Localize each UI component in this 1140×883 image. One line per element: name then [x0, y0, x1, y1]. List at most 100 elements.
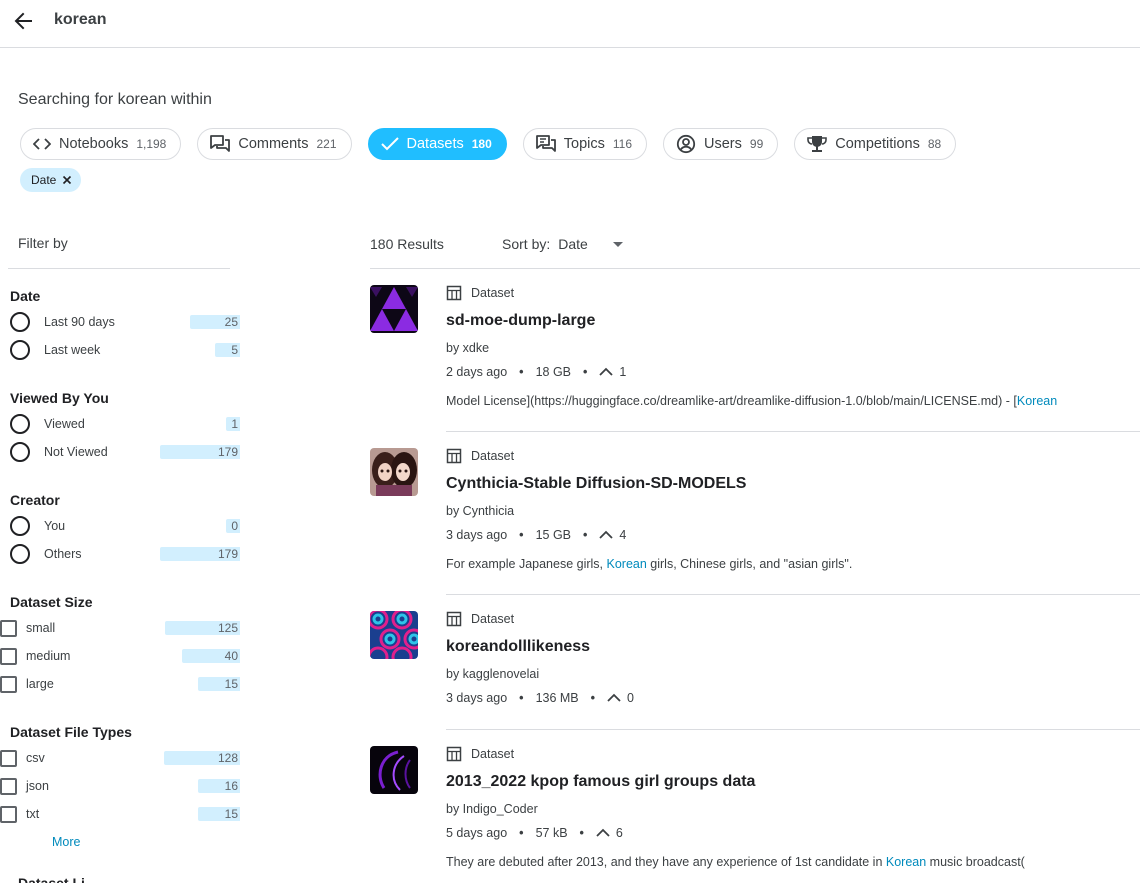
snippet-highlight: Korean	[606, 557, 647, 571]
user-icon	[676, 134, 696, 154]
result-type: Dataset	[471, 449, 515, 463]
checkbox[interactable]	[0, 619, 17, 637]
separator-dot: •	[583, 365, 588, 379]
filter-option-large[interactable]: large 15	[0, 670, 240, 698]
check-icon	[380, 137, 399, 151]
top-bar: korean	[0, 0, 1140, 48]
filter-option-csv[interactable]: csv 128	[0, 744, 240, 772]
result-title[interactable]: koreandolllikeness	[446, 638, 1140, 658]
more-filters-link[interactable]: More	[52, 835, 80, 849]
result-age: 3 days ago	[446, 691, 508, 705]
topics-icon	[535, 135, 556, 153]
upvote-button[interactable]: 4	[599, 528, 626, 542]
result-author[interactable]: by xdke	[446, 341, 1140, 355]
filter-option-json[interactable]: json 16	[0, 772, 240, 800]
separator-dot: •	[519, 365, 524, 379]
snippet-text: girls, Chinese girls, and "asian girls".	[646, 557, 853, 571]
filter-option-you[interactable]: You 0	[10, 512, 240, 540]
table-icon	[446, 448, 462, 464]
upvote-button[interactable]: 1	[599, 365, 626, 379]
tab-label: Competitions	[835, 136, 920, 152]
radio-button[interactable]	[10, 442, 30, 462]
dataset-thumbnail	[370, 448, 418, 496]
filter-option-label: Others	[44, 547, 82, 561]
tab-comments[interactable]: Comments 221	[197, 128, 352, 160]
result-title[interactable]: sd-moe-dump-large	[446, 312, 1140, 332]
checkbox[interactable]	[0, 647, 17, 665]
filter-option-small[interactable]: small 125	[0, 614, 240, 642]
upvote-button[interactable]: 0	[607, 691, 634, 705]
results-divider	[370, 268, 1140, 269]
result-type: Dataset	[471, 612, 515, 626]
radio-button[interactable]	[10, 312, 30, 332]
filter-option-viewed[interactable]: Viewed 1	[10, 410, 240, 438]
category-tabs: Notebooks 1,198 Comments 221 Datasets 18…	[20, 128, 957, 160]
separator-dot: •	[583, 528, 588, 542]
filter-option-label: csv	[26, 751, 45, 765]
tab-count: 1,198	[136, 137, 167, 151]
filter-option-last-90-days[interactable]: Last 90 days 25	[10, 308, 240, 336]
tab-competitions[interactable]: Competitions 88	[794, 128, 957, 160]
active-filter-chip[interactable]: Date	[20, 168, 82, 192]
result-title[interactable]: 2013_2022 kpop famous girl groups data	[446, 773, 1140, 793]
checkbox[interactable]	[0, 749, 17, 767]
filter-by-heading: Filter by	[8, 230, 230, 269]
result-snippet: They are debuted after 2013, and they ha…	[446, 855, 1140, 869]
radio-button[interactable]	[10, 340, 30, 360]
radio-button[interactable]	[10, 414, 30, 434]
vote-count: 4	[619, 528, 627, 542]
close-icon[interactable]	[62, 175, 72, 185]
radio-button[interactable]	[10, 516, 30, 536]
filter-count-bar: 25	[190, 315, 240, 329]
result-title[interactable]: Cynthicia-Stable Diffusion-SD-MODELS	[446, 475, 1140, 495]
filter-option-label: txt	[26, 807, 40, 821]
separator-dot: •	[590, 691, 596, 705]
result-snippet: Model License](https://huggingface.co/dr…	[446, 394, 1140, 408]
tab-users[interactable]: Users 99	[663, 128, 779, 160]
filter-sidebar: Filter by	[8, 230, 230, 269]
tab-datasets[interactable]: Datasets 180	[367, 128, 507, 160]
filter-group-title: Dataset File Types	[10, 724, 132, 740]
radio-button[interactable]	[10, 544, 30, 564]
dataset-thumbnail	[370, 285, 418, 333]
checkbox[interactable]	[0, 675, 17, 693]
filter-option-others[interactable]: Others 179	[10, 540, 240, 568]
search-query[interactable]: korean	[54, 11, 106, 29]
tab-topics[interactable]: Topics 116	[522, 128, 648, 160]
snippet-text: Model License](https://huggingface.co/dr…	[446, 394, 1017, 408]
result-author[interactable]: by Cynthicia	[446, 504, 1140, 518]
tab-label: Topics	[563, 136, 605, 152]
filter-option-not-viewed[interactable]: Not Viewed 179	[10, 438, 240, 466]
filter-count-bar: 15	[198, 677, 240, 691]
snippet-text: music broadcast(	[926, 855, 1025, 869]
tab-label: Notebooks	[59, 136, 129, 152]
result-size: 15 GB	[535, 528, 571, 542]
chevron-up-icon	[607, 693, 621, 702]
filter-count-bar: 15	[198, 807, 240, 821]
result-divider	[446, 729, 1140, 730]
checkbox[interactable]	[0, 777, 17, 795]
result-author[interactable]: by kagglenovelai	[446, 667, 1140, 681]
filter-chip-label: Date	[31, 173, 57, 187]
table-icon	[446, 285, 462, 301]
filter-option-label: large	[26, 677, 54, 691]
filter-option-medium[interactable]: medium 40	[0, 642, 240, 670]
result-author[interactable]: by Indigo_Coder	[446, 802, 1140, 816]
filter-option-label: Last week	[44, 343, 101, 357]
back-arrow-icon[interactable]	[10, 8, 36, 34]
vote-count: 0	[627, 691, 634, 705]
upvote-button[interactable]: 6	[596, 826, 623, 840]
filter-group-title: Dataset Size	[10, 594, 93, 610]
searching-label: Searching for korean within	[18, 91, 212, 108]
sort-dropdown[interactable]: Sort by: Date	[502, 236, 623, 252]
sort-value: Date	[558, 236, 588, 252]
filter-option-last-week[interactable]: Last week 5	[10, 336, 240, 364]
tab-notebooks[interactable]: Notebooks 1,198	[20, 128, 182, 160]
filter-option-txt[interactable]: txt 15	[0, 800, 240, 828]
filter-group-title: Creator	[10, 492, 60, 508]
checkbox[interactable]	[0, 805, 17, 823]
results-count: 180 Results	[370, 236, 444, 252]
result-size: 136 MB	[535, 691, 579, 705]
dataset-thumbnail	[370, 746, 418, 794]
tab-count: 180	[471, 137, 492, 151]
